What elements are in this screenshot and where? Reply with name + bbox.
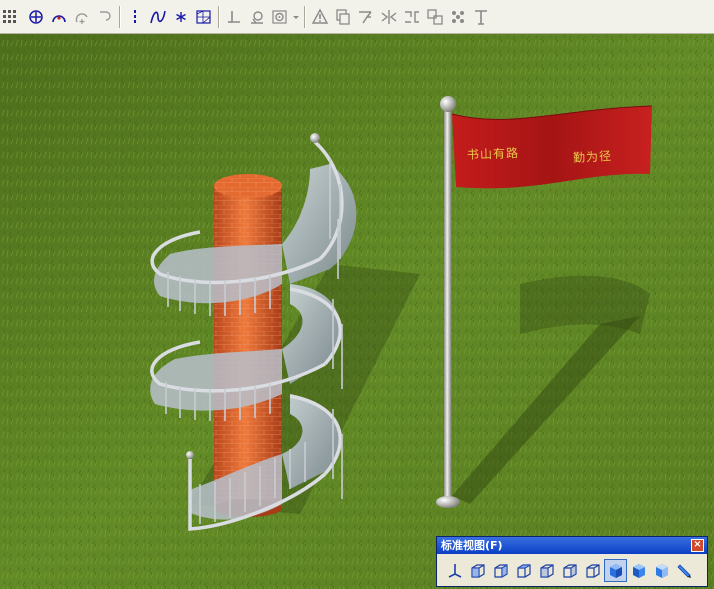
dropdown-icon	[293, 16, 299, 19]
array-button[interactable]	[400, 6, 423, 29]
copy-button[interactable]	[331, 6, 354, 29]
text-button[interactable]	[469, 6, 492, 29]
wireframe-cube-icon	[493, 563, 508, 578]
main-toolbar	[0, 0, 714, 34]
panel-close-button[interactable]: ×	[691, 539, 704, 552]
iso-view-5-button[interactable]	[558, 559, 581, 582]
foot-button[interactable]	[222, 6, 245, 29]
warning-icon	[311, 8, 328, 24]
wireframe-cube-icon	[585, 563, 600, 578]
hatch-button[interactable]	[192, 6, 215, 29]
asterisk-button[interactable]	[169, 6, 192, 29]
arc-button[interactable]	[93, 6, 116, 29]
array-icon	[404, 11, 419, 23]
iso-view-2-button[interactable]	[489, 559, 512, 582]
pen-view-button[interactable]	[673, 559, 696, 582]
iso-view-3-button[interactable]	[512, 559, 535, 582]
flag-text-left: 书山有路	[466, 146, 520, 162]
wireframe-cube-icon	[539, 563, 554, 578]
circle-icon	[271, 10, 287, 24]
standard-view-panel: 标准视图(F) ×	[436, 536, 708, 587]
dots-icon	[451, 11, 464, 23]
wireframe-cube-icon	[562, 563, 577, 578]
foot-icon	[227, 11, 240, 23]
stair-button[interactable]	[354, 6, 377, 29]
iso-view-1-button[interactable]	[466, 559, 489, 582]
curve-icon	[149, 10, 166, 24]
curve-button[interactable]	[146, 6, 169, 29]
dimension-button[interactable]	[245, 6, 268, 29]
asterisk-icon	[175, 12, 186, 22]
toolbar-separator	[218, 6, 219, 28]
toolbar-separator	[304, 6, 305, 28]
shaded-view-button[interactable]	[604, 559, 627, 582]
mirror-icon	[381, 10, 396, 24]
axis-view-button[interactable]	[443, 559, 466, 582]
blue-view-2-button[interactable]	[650, 559, 673, 582]
mirror-button[interactable]	[377, 6, 400, 29]
insert-point-button[interactable]	[24, 6, 47, 29]
insert-point-icon	[28, 10, 43, 24]
dots-button[interactable]	[446, 6, 469, 29]
shaded-cube-icon	[609, 563, 622, 578]
panel-title: 标准视图(F)	[441, 539, 503, 552]
offset-button[interactable]	[423, 6, 446, 29]
offset-icon	[426, 9, 443, 25]
vertical-line-icon	[133, 10, 136, 24]
flag-text-right: 勤为径	[572, 148, 613, 166]
dropdown-button[interactable]	[291, 6, 301, 29]
add-arc-icon	[75, 13, 88, 24]
arch-button[interactable]	[47, 6, 70, 29]
dimension-icon	[250, 11, 263, 24]
shaded-cube-icon	[632, 563, 645, 578]
polyline-icon	[99, 11, 111, 21]
iso-view-6-button[interactable]	[581, 559, 604, 582]
panel-title-bar[interactable]: 标准视图(F) ×	[437, 537, 707, 554]
text-icon	[474, 10, 487, 25]
3d-viewport[interactable]: 书山有路 勤为径	[0, 34, 714, 589]
copy-icon	[335, 9, 350, 25]
circle-button[interactable]	[268, 6, 291, 29]
add-arc-button[interactable]	[70, 6, 93, 29]
arch-icon	[51, 15, 66, 23]
scene-render	[0, 34, 714, 589]
wireframe-cube-icon	[516, 563, 531, 578]
axis-view-icon	[448, 563, 461, 578]
blue-view-1-button[interactable]	[627, 559, 650, 582]
toolbar-separator	[119, 6, 120, 28]
iso-view-4-button[interactable]	[535, 559, 558, 582]
grid-snap-icon[interactable]	[2, 9, 18, 25]
warning-button[interactable]	[308, 6, 331, 29]
wireframe-cube-icon	[470, 563, 485, 578]
hatch-icon	[195, 10, 211, 24]
view-buttons	[443, 559, 696, 582]
vertical-line-button[interactable]	[123, 6, 146, 29]
shaded-cube-icon	[655, 563, 668, 578]
stair-icon	[358, 11, 372, 24]
pen-icon	[676, 563, 691, 578]
